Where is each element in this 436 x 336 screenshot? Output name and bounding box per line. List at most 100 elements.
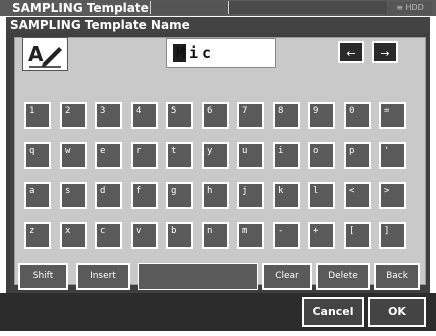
key-label: y bbox=[207, 146, 213, 156]
key[interactable]: b bbox=[166, 222, 193, 249]
key-label: r bbox=[136, 146, 142, 156]
key-label: 6 bbox=[207, 106, 213, 116]
shift-button[interactable]: Shift bbox=[18, 263, 68, 290]
key[interactable]: [ bbox=[344, 222, 371, 249]
titlebar-indicator: ≡ HDD bbox=[388, 2, 432, 14]
key[interactable]: p bbox=[344, 142, 371, 169]
key[interactable]: < bbox=[344, 182, 371, 209]
key[interactable]: v bbox=[131, 222, 158, 249]
key-label: o bbox=[313, 146, 319, 156]
key[interactable]: 5 bbox=[166, 102, 193, 129]
key-label: d bbox=[100, 186, 106, 196]
key[interactable]: 3 bbox=[95, 102, 122, 129]
key-label: x bbox=[65, 226, 71, 236]
titlebar-segment-1 bbox=[150, 1, 227, 14]
key[interactable]: w bbox=[60, 142, 87, 169]
key-label: g bbox=[171, 186, 177, 196]
key[interactable]: 0 bbox=[344, 102, 371, 129]
key[interactable]: > bbox=[379, 182, 406, 209]
key-label: 1 bbox=[29, 106, 35, 116]
key-label: > bbox=[384, 186, 390, 196]
key[interactable]: t bbox=[166, 142, 193, 169]
key-label: < bbox=[349, 186, 355, 196]
key[interactable]: g bbox=[166, 182, 193, 209]
key[interactable]: h bbox=[202, 182, 229, 209]
key[interactable]: 4 bbox=[131, 102, 158, 129]
key[interactable]: ] bbox=[379, 222, 406, 249]
key-label: 7 bbox=[242, 106, 248, 116]
shift-label: Shift bbox=[32, 271, 54, 281]
cancel-button[interactable]: Cancel bbox=[302, 297, 364, 327]
key[interactable]: c bbox=[95, 222, 122, 249]
key-label: t bbox=[171, 146, 177, 156]
back-button[interactable]: Back bbox=[374, 263, 420, 290]
key[interactable]: z bbox=[24, 222, 51, 249]
key-label: [ bbox=[349, 226, 355, 236]
key[interactable]: k bbox=[273, 182, 300, 209]
key-label: 9 bbox=[313, 106, 319, 116]
key[interactable]: i bbox=[273, 142, 300, 169]
key[interactable]: 1 bbox=[24, 102, 51, 129]
back-label: Back bbox=[386, 271, 408, 281]
key-label: u bbox=[242, 146, 248, 156]
arrow-right-icon: → bbox=[380, 47, 390, 60]
key[interactable]: f bbox=[131, 182, 158, 209]
text-edit-icon: A bbox=[22, 37, 68, 71]
key-label: = bbox=[384, 106, 390, 116]
key-label: s bbox=[65, 186, 71, 196]
key-label: b bbox=[171, 226, 177, 236]
key[interactable]: o bbox=[308, 142, 335, 169]
key[interactable]: - bbox=[273, 222, 300, 249]
key-label: 2 bbox=[65, 106, 71, 116]
key[interactable]: s bbox=[60, 182, 87, 209]
key-label: z bbox=[29, 226, 35, 236]
key[interactable]: 8 bbox=[273, 102, 300, 129]
cursor-left-button[interactable]: ← bbox=[338, 41, 364, 63]
insert-button[interactable]: Insert bbox=[76, 263, 130, 290]
name-input[interactable]: Mic bbox=[166, 38, 276, 68]
key[interactable]: a bbox=[24, 182, 51, 209]
key[interactable]: d bbox=[95, 182, 122, 209]
titlebar-segment-2 bbox=[228, 1, 387, 14]
key[interactable]: = bbox=[379, 102, 406, 129]
key[interactable]: 6 bbox=[202, 102, 229, 129]
cursor-right-button[interactable]: → bbox=[372, 41, 398, 63]
key[interactable]: q bbox=[24, 142, 51, 169]
key[interactable]: ' bbox=[379, 142, 406, 169]
key-label: a bbox=[29, 186, 35, 196]
key-label: m bbox=[242, 226, 248, 236]
key-label: q bbox=[29, 146, 35, 156]
key-label: 0 bbox=[349, 106, 355, 116]
key[interactable]: j bbox=[237, 182, 264, 209]
key[interactable]: 2 bbox=[60, 102, 87, 129]
arrow-left-icon: ← bbox=[346, 47, 356, 60]
key[interactable]: e bbox=[95, 142, 122, 169]
name-value: Mic bbox=[176, 44, 216, 62]
key[interactable]: x bbox=[60, 222, 87, 249]
insert-label: Insert bbox=[90, 271, 116, 281]
clear-button[interactable]: Clear bbox=[262, 263, 312, 290]
key[interactable]: u bbox=[237, 142, 264, 169]
window-titlebar: SAMPLING Template ≡ HDD bbox=[0, 0, 436, 16]
key[interactable]: 7 bbox=[237, 102, 264, 129]
key-label: 4 bbox=[136, 106, 142, 116]
key[interactable]: m bbox=[237, 222, 264, 249]
dialog-title: SAMPLING Template Name bbox=[6, 17, 430, 33]
key-label: ' bbox=[384, 146, 390, 156]
key-label: n bbox=[207, 226, 213, 236]
key[interactable]: + bbox=[308, 222, 335, 249]
ok-label: OK bbox=[388, 305, 406, 318]
space-button[interactable] bbox=[138, 263, 258, 290]
key-label: + bbox=[313, 226, 319, 236]
key-label: 8 bbox=[278, 106, 284, 116]
key[interactable]: l bbox=[308, 182, 335, 209]
key-label: v bbox=[136, 226, 142, 236]
key[interactable]: n bbox=[202, 222, 229, 249]
key-label: f bbox=[136, 186, 142, 196]
key[interactable]: r bbox=[131, 142, 158, 169]
delete-button[interactable]: Delete bbox=[316, 263, 370, 290]
ok-button[interactable]: OK bbox=[368, 297, 426, 327]
key-label: i bbox=[278, 146, 284, 156]
key[interactable]: y bbox=[202, 142, 229, 169]
key[interactable]: 9 bbox=[308, 102, 335, 129]
